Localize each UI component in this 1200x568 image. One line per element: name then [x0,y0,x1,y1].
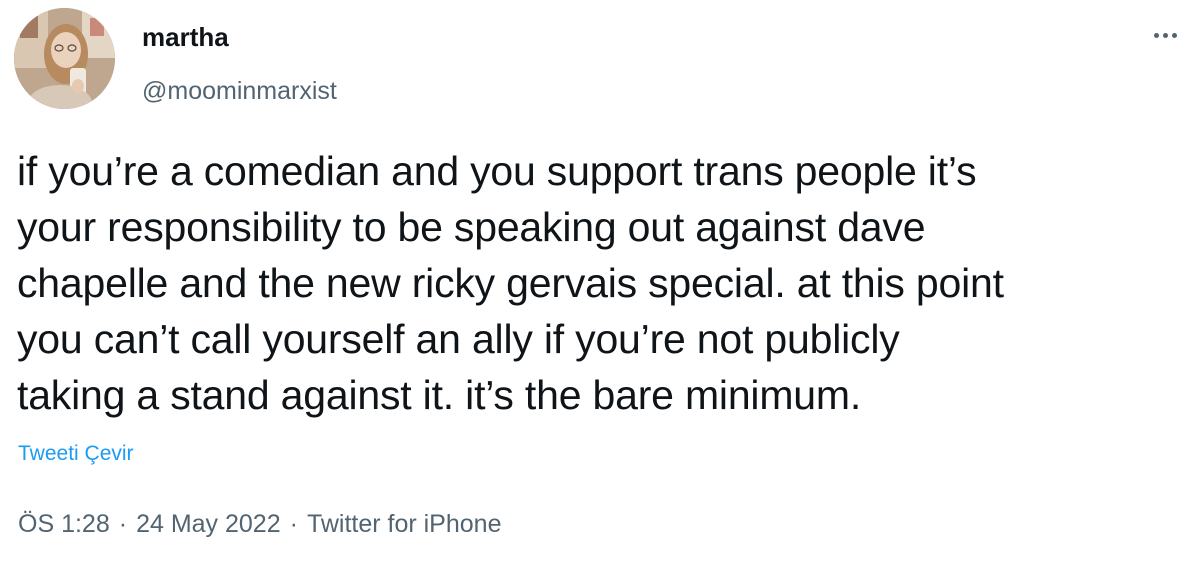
tweet-time[interactable]: ÖS 1:28 [18,509,110,539]
separator: · [118,510,128,538]
tweet-text-line: your responsibility to be speaking out a… [17,204,926,250]
tweet-card: martha @moominmarxist if you’re a comedi… [0,0,1200,568]
author-handle[interactable]: @moominmarxist [142,76,337,106]
tweet-text-line: if you’re a comedian and you support tra… [17,148,977,194]
more-options-button[interactable] [1148,22,1182,46]
tweet-text-line: taking a stand against it. it’s the bare… [17,372,862,418]
tweet-source[interactable]: Twitter for iPhone [307,509,502,539]
author-display-name[interactable]: martha [142,22,337,52]
tweet-date[interactable]: 24 May 2022 [136,509,281,539]
tweet-metadata: ÖS 1:28 · 24 May 2022 · Twitter for iPho… [18,509,501,539]
separator: · [289,510,298,538]
tweet-text: if you’re a comedian and you support tra… [17,143,1192,423]
more-horizontal-icon [1152,25,1179,43]
tweet-text-line: you can’t call yourself an ally if you’r… [17,316,900,362]
tweet-text-line: chapelle and the new ricky gervais speci… [17,260,1004,306]
translate-tweet-link[interactable]: Tweeti Çevir [18,441,134,467]
avatar-image [14,8,115,109]
avatar[interactable] [14,8,115,109]
author-block: martha @moominmarxist [142,22,337,106]
